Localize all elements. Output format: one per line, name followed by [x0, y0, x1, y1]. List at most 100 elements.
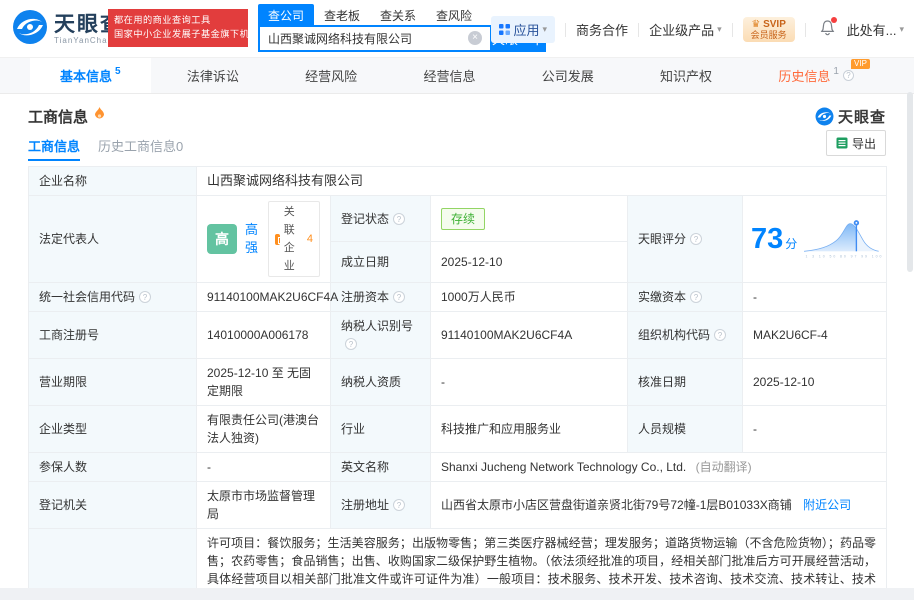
help-icon[interactable]: ?	[690, 291, 702, 303]
address-value: 山西省太原市小店区营盘街道亲贤北街79号72幢-1层B01033X商铺 附近公司	[431, 482, 887, 529]
help-icon[interactable]: ?	[139, 291, 151, 303]
related-count: 4	[307, 230, 313, 248]
company-name-value: 山西聚诚网络科技有限公司	[197, 167, 887, 196]
tab-label: 知识产权	[660, 66, 712, 85]
help-icon[interactable]: ?	[393, 213, 405, 225]
nav-enterprise-products[interactable]: 企业级产品 ▾	[649, 20, 722, 39]
tab-company-development[interactable]: 公司发展	[512, 58, 624, 93]
svip-sublabel: 会员服务	[751, 30, 787, 40]
taxpayer-qual-label: 纳税人资质	[331, 359, 431, 406]
auto-translate-note: (自动翻译)	[696, 460, 752, 474]
nearby-companies-link[interactable]: 附近公司	[803, 498, 851, 512]
est-date-label: 成立日期	[331, 242, 431, 283]
scrollbar-thumb[interactable]	[907, 92, 913, 272]
legal-rep-cell: 高 高强 关联企业 4	[197, 196, 331, 283]
score-value: 73	[751, 225, 783, 254]
notification-bell[interactable]	[820, 20, 835, 39]
divider	[805, 23, 806, 37]
legal-rep-label: 法定代表人	[29, 196, 197, 283]
table-row: 企业类型 有限责任公司(港澳台法人独资) 行业 科技推广和应用服务业 人员规模 …	[29, 406, 887, 453]
vip-badge: VIP	[851, 59, 870, 69]
company-tab-bar: 基本信息 5 法律诉讼 经营风险 经营信息 公司发展 知识产权 VIP 历史信息…	[0, 57, 914, 94]
user-menu[interactable]: 此处有... ▾	[847, 20, 904, 39]
tab-business-info[interactable]: 经营信息	[393, 58, 505, 93]
help-icon[interactable]: ?	[393, 291, 405, 303]
uscc-value: 91140100MAK2U6CF4A	[197, 283, 331, 312]
hot-flame-icon	[94, 107, 105, 125]
related-companies-badge[interactable]: 关联企业 4	[268, 201, 320, 277]
search-tab-boss[interactable]: 查老板	[314, 4, 370, 25]
help-icon[interactable]: ?	[393, 499, 405, 511]
approve-date-label: 核准日期	[628, 359, 743, 406]
subtab-history-business-info[interactable]: 历史工商信息0	[98, 136, 183, 161]
paid-capital-value: -	[743, 283, 887, 312]
tab-label: 法律诉讼	[187, 66, 239, 85]
scrollbar	[906, 57, 914, 600]
page-bottom-strip	[0, 588, 914, 600]
tab-count: 1	[833, 66, 839, 77]
reg-no-label: 工商注册号	[29, 312, 197, 359]
top-nav: 应用 ▾ 商务合作 企业级产品 ▾ ♛ SVIP 会员服务 此处有... ▾	[491, 16, 905, 43]
taxpayer-qual-value: -	[431, 359, 628, 406]
company-name-label: 企业名称	[29, 167, 197, 196]
taxpayer-id-value: 91140100MAK2U6CF4A	[431, 312, 628, 359]
tab-operation-risk[interactable]: 经营风险	[275, 58, 387, 93]
search-tab-company[interactable]: 查公司	[258, 4, 314, 25]
biz-term-label: 营业期限	[29, 359, 197, 406]
approve-date-value: 2025-12-10	[743, 359, 887, 406]
tab-label: 历史信息	[778, 66, 830, 85]
table-row: 参保人数 - 英文名称 Shanxi Jucheng Network Techn…	[29, 453, 887, 482]
score-distribution-chart: 0 1 3 10 50 80 97 99 100	[801, 211, 882, 267]
search-clear-icon[interactable]: ×	[468, 31, 482, 45]
export-button[interactable]: 导出	[826, 130, 886, 156]
legal-rep-name-link[interactable]: 高强	[245, 221, 260, 257]
tab-label: 公司发展	[542, 66, 594, 85]
tab-count: 5	[115, 66, 121, 77]
industry-label: 行业	[331, 406, 431, 453]
reg-status-label: 登记状态?	[331, 196, 431, 242]
tab-label: 基本信息	[60, 66, 112, 85]
apps-label: 应用	[514, 20, 540, 39]
insured-value: -	[197, 453, 331, 482]
help-icon[interactable]: ?	[345, 338, 357, 350]
biz-term-value: 2025-12-10 至 无固定期限	[197, 359, 331, 406]
help-icon[interactable]: ?	[843, 70, 854, 81]
help-icon[interactable]: ?	[690, 233, 702, 245]
tab-intellectual-property[interactable]: 知识产权	[630, 58, 742, 93]
slogan-line1: 都在用的商业查询工具	[114, 15, 232, 28]
table-row: 营业期限 2025-12-10 至 无固定期限 纳税人资质 - 核准日期 202…	[29, 359, 887, 406]
search-tab-relation[interactable]: 查关系	[370, 4, 426, 25]
tab-history-info[interactable]: VIP 历史信息 1 ?	[748, 58, 884, 93]
caret-down-icon: ▾	[899, 24, 904, 35]
authority-label: 登记机关	[29, 482, 197, 529]
help-icon[interactable]: ?	[714, 329, 726, 341]
authority-value: 太原市市场监督管理局	[197, 482, 331, 529]
tab-basic-info[interactable]: 基本信息 5	[30, 58, 151, 93]
user-name: 此处有...	[847, 20, 897, 39]
avatar[interactable]: 高	[207, 224, 237, 254]
nav-cooperation[interactable]: 商务合作	[576, 20, 628, 39]
divider	[732, 23, 733, 37]
search-tab-risk[interactable]: 查风险	[426, 4, 482, 25]
en-name-value: Shanxi Jucheng Network Technology Co., L…	[431, 453, 887, 482]
subtab-business-info[interactable]: 工商信息	[28, 136, 80, 161]
staff-size-value: -	[743, 406, 887, 453]
business-registration-section: 工商信息 天眼查 工商信息 历史工商信息0	[0, 94, 914, 600]
table-row: 企业名称 山西聚诚网络科技有限公司	[29, 167, 887, 196]
svip-membership-button[interactable]: ♛ SVIP 会员服务	[743, 17, 795, 42]
enterprise-label: 企业级产品	[649, 20, 714, 39]
address-label: 注册地址?	[331, 482, 431, 529]
staff-size-label: 人员规模	[628, 406, 743, 453]
divider	[565, 23, 566, 37]
apps-menu[interactable]: 应用 ▾	[491, 16, 556, 43]
status-badge: 存续	[441, 208, 485, 230]
company-type-value: 有限责任公司(港澳台法人独资)	[197, 406, 331, 453]
industry-value: 科技推广和应用服务业	[431, 406, 628, 453]
search-input[interactable]	[258, 25, 490, 52]
tab-legal-proceedings[interactable]: 法律诉讼	[157, 58, 269, 93]
subtab-count: 0	[176, 139, 183, 154]
org-code-label: 组织机构代码?	[628, 312, 743, 359]
svip-label: SVIP	[763, 19, 786, 30]
score-cell[interactable]: 73 分	[743, 196, 887, 283]
tianyancha-logo-icon	[12, 9, 48, 50]
